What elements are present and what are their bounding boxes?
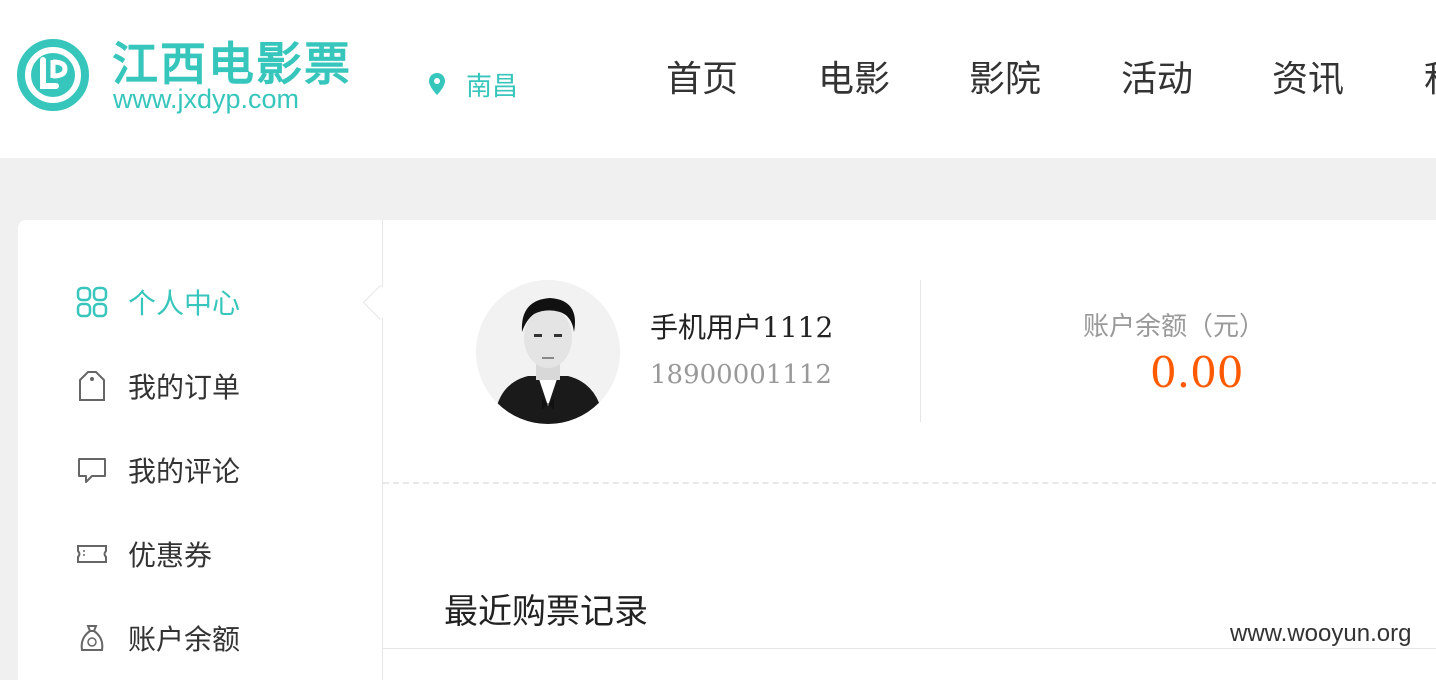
sidebar-item-label: 我的评论 — [128, 455, 241, 488]
nav-activities[interactable]: 活动 — [1121, 56, 1193, 104]
recent-tickets-title: 最近购票记录 — [444, 592, 648, 632]
city-selector[interactable]: 南昌 — [428, 66, 518, 102]
site-logo[interactable]: 江西电影票 www.jxdyp.com — [16, 36, 356, 116]
sidebar-item-personal-center[interactable]: 个人中心 — [76, 282, 240, 322]
user-center-card: 个人中心 我的订单 我的评论 优惠券 账户余额 手机用户1112 1890000… — [18, 220, 1436, 680]
sidebar-item-label: 个人中心 — [128, 287, 241, 320]
sidebar-item-label: 优惠券 — [128, 539, 213, 572]
nav-more[interactable]: 积 — [1424, 56, 1436, 104]
nav-movies[interactable]: 电影 — [818, 56, 890, 104]
site-header: 江西电影票 www.jxdyp.com 南昌 首页 电影 影院 活动 资讯 积 — [0, 0, 1436, 158]
user-phone: 18900001112 — [650, 360, 832, 390]
moneybag-icon — [76, 622, 108, 654]
user-portrait-icon — [476, 280, 620, 424]
ticket-icon — [76, 538, 108, 570]
location-pin-icon — [429, 73, 445, 95]
nav-cinemas[interactable]: 影院 — [969, 56, 1041, 104]
balance-label: 账户余额（元） — [1083, 312, 1266, 342]
section-divider — [383, 482, 1436, 484]
sidebar-item-coupons[interactable]: 优惠券 — [76, 534, 212, 574]
profile-divider — [920, 280, 921, 422]
comment-icon — [76, 454, 108, 486]
balance-value: 0.00 — [1150, 348, 1244, 397]
logo-mark-icon — [17, 39, 89, 111]
sidebar-item-my-comments[interactable]: 我的评论 — [76, 450, 240, 490]
watermark: www.wooyun.org — [1230, 620, 1412, 647]
city-label: 南昌 — [466, 71, 519, 102]
sidebar-item-account-balance[interactable]: 账户余额 — [76, 618, 240, 658]
nav-news[interactable]: 资讯 — [1272, 56, 1344, 104]
user-center-main: 手机用户1112 18900001112 账户余额（元） 0.00 最近购票记录 — [383, 220, 1436, 680]
sidebar-item-label: 账户余额 — [128, 623, 241, 656]
avatar[interactable] — [476, 280, 620, 424]
sidebar-item-label: 我的订单 — [128, 371, 241, 404]
tag-icon — [76, 370, 108, 402]
sidebar: 个人中心 我的订单 我的评论 优惠券 账户余额 — [18, 220, 399, 680]
user-name: 手机用户1112 — [650, 311, 834, 344]
logo-url: www.jxdyp.com — [113, 84, 300, 114]
grid-icon — [76, 286, 108, 318]
section-bottom-line — [383, 648, 1436, 649]
nav-home[interactable]: 首页 — [666, 56, 738, 104]
sidebar-item-my-orders[interactable]: 我的订单 — [76, 366, 240, 406]
